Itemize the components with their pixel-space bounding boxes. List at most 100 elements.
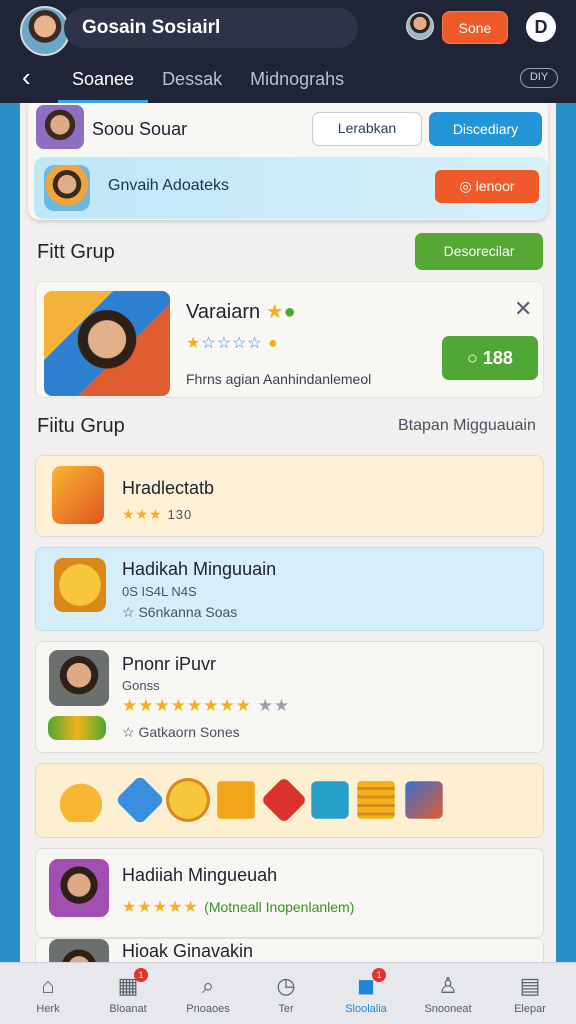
coin-stack-icon[interactable]	[357, 781, 395, 819]
header-chip[interactable]: DIY	[520, 68, 558, 88]
home-icon: ⌂	[41, 973, 55, 998]
group-1-action-button[interactable]: Desorecilar	[415, 233, 543, 270]
list-item-sub-text: Gatkaorn Sones	[138, 724, 240, 740]
profile-card: Soou Souar Lerabkan Discediary Gnvaih Ad…	[28, 103, 548, 220]
featured-card[interactable]: Varaiarn ★● ★☆☆☆☆ ● Fhrns agian Aanhinda…	[35, 281, 544, 398]
reward-icons-row	[35, 763, 544, 838]
gift-box-icon[interactable]	[217, 781, 255, 819]
nav-profile[interactable]: ♙ Snooneat	[408, 963, 488, 1024]
clock-icon: ◷	[276, 973, 296, 998]
app-logo-icon[interactable]: D	[526, 12, 556, 42]
tab-soanee[interactable]: Soanee	[58, 58, 149, 103]
friend-avatar[interactable]	[406, 12, 434, 40]
nav-label: Pnoaoes	[186, 1003, 230, 1015]
coin-icon: ●	[268, 335, 279, 352]
bag-icon: ▤	[519, 973, 541, 998]
main-panel: Soou Souar Lerabkan Discediary Gnvaih Ad…	[20, 103, 556, 973]
list-item-name: Hradlectatb	[122, 478, 215, 498]
trophy-icon[interactable]	[54, 778, 108, 822]
notification-badge: 1	[372, 968, 386, 982]
list-item-sub-text: S6nkanna Soas	[138, 604, 238, 620]
nav-label: Bloanat	[109, 1003, 147, 1015]
list-item-rating: ★★★ 130	[122, 506, 193, 522]
list-item-sub: ☆ S6nkanna Soas	[122, 604, 237, 621]
player-avatar	[49, 859, 109, 917]
profile-outline-button[interactable]: Lerabkan	[312, 112, 422, 146]
notification-badge: 1	[134, 968, 148, 982]
top-action-button[interactable]: Sone	[442, 11, 508, 44]
list-item-sub: (Motneall Inopenlanlem)	[204, 899, 355, 915]
back-arrow-icon[interactable]: ‹	[22, 62, 46, 92]
banner-avatar	[44, 165, 90, 211]
tab-midnograhs[interactable]: Midnograhs	[236, 58, 358, 103]
list-item-sub-text: Motneall Inopenlanlem	[208, 899, 350, 915]
chest-icon[interactable]	[405, 781, 443, 819]
nav-calendar[interactable]: ▦ 1 Bloanat	[88, 963, 168, 1024]
coin-icon	[54, 558, 106, 612]
star-icon: ☆	[122, 604, 139, 620]
list-item-rating: ★★★★★★★★ ★★	[122, 696, 291, 715]
nav-search[interactable]: ⌕ Pnoaoes	[168, 963, 248, 1024]
featured-subtitle: Fhrns agian Aanhindanlemeol	[186, 371, 372, 387]
list-item[interactable]: Hadiiah Mingueuah ★★★★★ (Motneall Inopen…	[35, 848, 544, 938]
profile-name: Soou Souar	[92, 119, 188, 139]
tab-dessak[interactable]: Dessak	[148, 58, 236, 103]
calendar-icon: ▦ 1	[114, 968, 148, 999]
record-icon: ◎	[459, 178, 476, 194]
top-bar: Gosain Sosiairl Sone D ‹ Soanee Dessak M…	[0, 0, 576, 103]
banner-text: Gnvaih Adoateks	[108, 177, 229, 194]
featured-rating: ★☆☆☆☆ ●	[186, 335, 279, 352]
list-item[interactable]: Hradlectatb ★★★ 130	[35, 455, 544, 537]
nav-home[interactable]: ⌂ Herk	[8, 963, 88, 1024]
list-item-meta: Gonss	[122, 678, 160, 693]
banner-button-label: lenoor	[475, 178, 515, 194]
close-icon[interactable]: ✕	[514, 296, 532, 322]
box-icon[interactable]	[311, 781, 349, 819]
list-item[interactable]: Hadikah Minguuain 0S IS4L N4S ☆ S6nkanna…	[35, 547, 544, 631]
player-avatar	[49, 650, 109, 706]
nav-label: Elepar	[514, 1003, 546, 1015]
nav-bag[interactable]: ▤ Elepar	[490, 963, 570, 1024]
circle-icon: ○	[467, 348, 483, 368]
star-icon: ☆	[122, 724, 139, 740]
user-icon: ♙	[438, 973, 458, 998]
badge-icon: ●	[283, 301, 296, 323]
coin-icon[interactable]	[166, 778, 210, 822]
list-item-name: Hadiiah Mingueuah	[122, 865, 278, 885]
featured-count-button[interactable]: ○ 188	[442, 336, 538, 380]
list-item-name: Pnonr iPuvr	[122, 654, 217, 674]
nav-clock[interactable]: ◷ Ter	[246, 963, 326, 1024]
ruby-icon[interactable]	[260, 776, 308, 824]
profile-primary-button[interactable]: Discediary	[429, 112, 542, 146]
featured-count: 188	[482, 348, 513, 368]
gift-box-icon	[52, 466, 104, 524]
group-1-title: Fitt Grup	[37, 241, 115, 263]
chat-icon: ◼ 1	[352, 968, 386, 999]
list-item-name: Hadikah Minguuain	[122, 559, 277, 579]
list-item-meta: 0S IS4L N4S	[122, 584, 197, 599]
bottom-nav: ⌂ Herk ▦ 1 Bloanat ⌕ Pnoaoes ◷ Ter ◼ 1 Slo…	[0, 962, 576, 1024]
nav-label: Sloolalia	[345, 1003, 387, 1015]
cash-icon	[48, 716, 106, 740]
featured-image	[44, 291, 170, 396]
nav-label: Ter	[278, 1003, 294, 1015]
featured-title-text: Varaiarn	[186, 301, 261, 323]
profile-banner: Gnvaih Adoateks ◎ lenoor	[34, 157, 548, 219]
list-item[interactable]: Pnonr iPuvr Gonss ★★★★★★★★ ★★ ☆ Gatkaorn…	[35, 641, 544, 753]
tab-bar: Soanee Dessak Midnograhs	[58, 58, 358, 103]
list-item-sub: ☆ Gatkaorn Sones	[122, 724, 240, 741]
group-2-title: Fiitu Grup	[37, 415, 125, 437]
gem-icon[interactable]	[115, 775, 165, 825]
group-2-right-label[interactable]: Btapan Migguauain	[398, 417, 536, 435]
user-avatar[interactable]	[20, 6, 70, 56]
banner-button[interactable]: ◎ lenoor	[435, 170, 539, 203]
list-item-meta: 130	[167, 507, 193, 522]
nav-label: Herk	[36, 1003, 60, 1015]
star-icon: ★	[265, 301, 284, 323]
app-title: Gosain Sosiairl	[64, 8, 358, 48]
search-icon: ⌕	[201, 973, 215, 998]
featured-title: Varaiarn ★●	[186, 299, 296, 324]
profile-avatar[interactable]	[36, 105, 84, 149]
nav-chat[interactable]: ◼ 1 Sloolalia	[326, 963, 406, 1024]
list-item-rating: ★★★★★ (Motneall Inopenlanlem)	[122, 899, 355, 916]
